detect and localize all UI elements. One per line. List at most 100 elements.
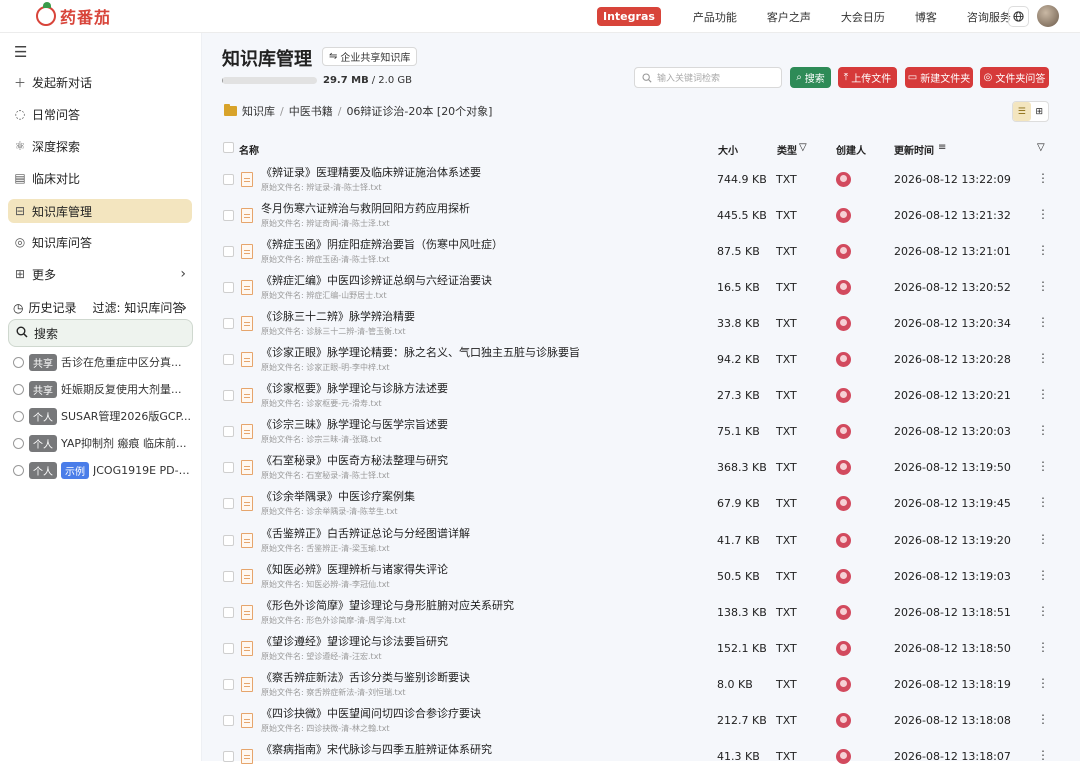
file-title[interactable]: 《诊家枢要》脉学理论与诊脉方法述要 — [261, 380, 448, 396]
file-title[interactable]: 《诊宗三昧》脉学理论与医学宗旨述要 — [261, 416, 448, 432]
file-title[interactable]: 冬月伤寒六证辨治与救阴回阳方药应用探析 — [261, 200, 470, 216]
column-updated[interactable]: 更新时间 — [894, 142, 934, 157]
file-title[interactable]: 《诊家正眼》脉学理论精要：脉之名义、气口独主五脏与诊脉要旨 — [261, 344, 580, 360]
table-row[interactable]: 《石室秘录》中医奇方秘法整理与研究 原始文件名: 石室秘录-清-陈士铎.txt 36… — [222, 450, 1057, 486]
history-filter[interactable]: 过滤: 知识库问答 — [93, 299, 185, 316]
nav-item-conference-calendar[interactable]: 大会日历 — [841, 9, 885, 25]
nav-item-blog[interactable]: 博客 — [915, 9, 937, 25]
more-options-icon[interactable]: ⋮ — [1037, 568, 1049, 582]
more-options-icon[interactable]: ⋮ — [1037, 604, 1049, 618]
file-title[interactable]: 《石室秘录》中医奇方秘法整理与研究 — [261, 452, 448, 468]
nav-item-customer-voice[interactable]: 客户之声 — [767, 9, 811, 25]
table-row[interactable]: 《诊脉三十二辨》脉学辨治精要 原始文件名: 诊脉三十二辨-清-管玉衡.txt 33.… — [222, 306, 1057, 342]
table-row[interactable]: 《察病指南》宋代脉诊与四季五脏辨证体系研究 41.3 KB TXT 2026-08-1… — [222, 739, 1057, 775]
chat-history-item[interactable]: 共享 舌诊在危重症中区分真... — [13, 352, 193, 372]
menu-icon[interactable]: ☰ — [14, 43, 27, 61]
table-row[interactable]: 《辨症玉函》阴症阳症辨治要旨（伤寒中风吐症） 原始文件名: 辨症玉函-清-陈士铎.… — [222, 234, 1057, 270]
row-checkbox[interactable] — [223, 210, 234, 222]
file-title[interactable]: 《辨证录》医理精要及临床辨证施治体系述要 — [261, 164, 481, 180]
row-checkbox[interactable] — [223, 570, 234, 582]
more-options-icon[interactable]: ⋮ — [1037, 532, 1049, 546]
table-row[interactable]: 《诊宗三昧》脉学理论与医学宗旨述要 原始文件名: 诊宗三昧-清-张璐.txt 75.… — [222, 414, 1057, 450]
row-checkbox[interactable] — [223, 714, 234, 726]
table-row[interactable]: 《望诊遵经》望诊理论与诊法要旨研究 原始文件名: 望诊遵经-清-汪宏.txt 152… — [222, 631, 1057, 667]
row-checkbox[interactable] — [223, 426, 234, 438]
table-row[interactable]: 《诊家枢要》脉学理论与诊脉方法述要 原始文件名: 诊家枢要-元-滑寿.txt 27.… — [222, 378, 1057, 414]
brand-logo[interactable]: 药番茄 — [36, 2, 111, 28]
table-row[interactable]: 《舌鉴辨正》白舌辨证总论与分经图谱详解 原始文件名: 舌鉴辨正-清-梁玉瑜.txt… — [222, 523, 1057, 559]
globe-icon[interactable] — [1008, 6, 1029, 27]
file-title[interactable]: 《四诊抉微》中医望闻问切四诊合参诊疗要诀 — [261, 705, 481, 721]
view-toggle[interactable]: ☰ ⊞ — [1012, 101, 1049, 122]
sidebar-item-clinical-compare[interactable]: ▤ 临床对比 — [8, 166, 192, 190]
column-type[interactable]: 类型 — [777, 142, 797, 157]
more-options-icon[interactable]: ⋮ — [1037, 207, 1049, 221]
chat-history-item[interactable]: 个人 SUSAR管理2026版GCP... — [13, 406, 193, 426]
row-checkbox[interactable] — [223, 318, 234, 330]
breadcrumb-item[interactable]: 知识库 — [242, 103, 275, 119]
sidebar-item-deep-explore[interactable]: ⚛ 深度探索 — [8, 134, 192, 158]
column-size[interactable]: 大小 — [718, 142, 738, 157]
sidebar-search[interactable]: 搜索 — [8, 319, 193, 347]
breadcrumb-item[interactable]: 中医书籍 — [289, 103, 333, 119]
chat-history-item[interactable]: 共享 妊娠期反复使用大剂量... — [13, 379, 193, 399]
file-search-input[interactable]: 输入关键词检索 — [634, 67, 782, 88]
table-row[interactable]: 《诊余举隅录》中医诊疗案例集 原始文件名: 诊余举隅录-清-陈莘生.txt 67.9… — [222, 486, 1057, 522]
file-title[interactable]: 《察病指南》宋代脉诊与四季五脏辨证体系研究 — [261, 741, 492, 757]
file-title[interactable]: 《辨症玉函》阴症阳症辨治要旨（伤寒中风吐症） — [261, 236, 503, 252]
more-options-icon[interactable]: ⋮ — [1037, 748, 1049, 762]
sidebar-item-knowledge-base[interactable]: ⊟ 知识库管理 — [8, 199, 192, 223]
row-checkbox[interactable] — [223, 498, 234, 510]
row-checkbox[interactable] — [223, 282, 234, 294]
nav-integras-badge[interactable]: Integras — [597, 7, 661, 26]
more-options-icon[interactable]: ⋮ — [1037, 640, 1049, 654]
search-button[interactable]: ⌕ 搜索 — [790, 67, 831, 88]
row-checkbox[interactable] — [223, 390, 234, 402]
file-title[interactable]: 《舌鉴辨正》白舌辨证总论与分经图谱详解 — [261, 525, 470, 541]
user-avatar[interactable] — [1037, 5, 1059, 27]
row-checkbox[interactable] — [223, 678, 234, 690]
row-checkbox[interactable] — [223, 462, 234, 474]
table-row[interactable]: 《形色外诊简摩》望诊理论与身形脏腑对应关系研究 原始文件名: 形色外诊简摩-清-周… — [222, 595, 1057, 631]
nav-item-consulting[interactable]: 咨询服务 — [967, 9, 1011, 25]
file-title[interactable]: 《形色外诊简摩》望诊理论与身形脏腑对应关系研究 — [261, 597, 514, 613]
table-row[interactable]: 《辨证录》医理精要及临床辨证施治体系述要 原始文件名: 辨证录-清-陈士铎.txt… — [222, 162, 1057, 198]
row-checkbox[interactable] — [223, 246, 234, 258]
column-creator[interactable]: 创建人 — [836, 142, 866, 157]
row-checkbox[interactable] — [223, 750, 234, 762]
select-all-checkbox[interactable] — [223, 142, 234, 153]
row-checkbox[interactable] — [223, 534, 234, 546]
more-options-icon[interactable]: ⋮ — [1037, 243, 1049, 257]
nav-item-products[interactable]: 产品功能 — [693, 9, 737, 25]
sort-icon[interactable]: ≡ — [938, 142, 946, 153]
sidebar-item-more[interactable]: ⊞ 更多 › — [8, 262, 192, 286]
file-title[interactable]: 《诊脉三十二辨》脉学辨治精要 — [261, 308, 415, 324]
sidebar-item-new-chat[interactable]: ＋ 发起新对话 — [8, 70, 192, 94]
more-options-icon[interactable]: ⋮ — [1037, 459, 1049, 473]
file-title[interactable]: 《察舌辨症新法》舌诊分类与鉴别诊断要诀 — [261, 669, 470, 685]
more-options-icon[interactable]: ⋮ — [1037, 495, 1049, 509]
folder-qa-button[interactable]: ◎ 文件夹问答 — [980, 67, 1049, 88]
list-view-icon[interactable]: ☰ — [1013, 102, 1031, 121]
grid-view-icon[interactable]: ⊞ — [1031, 102, 1049, 121]
file-title[interactable]: 《辨症汇编》中医四诊辨证总纲与六经证治要诀 — [261, 272, 492, 288]
file-title[interactable]: 《望诊遵经》望诊理论与诊法要旨研究 — [261, 633, 448, 649]
more-options-icon[interactable]: ⋮ — [1037, 423, 1049, 437]
chat-history-item[interactable]: 个人 YAP抑制剂 瘢痕 临床前... — [13, 433, 193, 453]
table-row[interactable]: 《诊家正眼》脉学理论精要：脉之名义、气口独主五脏与诊脉要旨 原始文件名: 诊家正眼… — [222, 342, 1057, 378]
table-row[interactable]: 《察舌辨症新法》舌诊分类与鉴别诊断要诀 原始文件名: 察舌辨症新法-清-刘恒瑞.t… — [222, 667, 1057, 703]
history-header[interactable]: ◷ 历史记录 过滤: 知识库问答 › — [13, 299, 193, 316]
more-options-icon[interactable]: ⋮ — [1037, 279, 1049, 293]
row-checkbox[interactable] — [223, 642, 234, 654]
sidebar-item-knowledge-qa[interactable]: ◎ 知识库问答 — [8, 230, 192, 254]
more-options-icon[interactable]: ⋮ — [1037, 676, 1049, 690]
new-folder-button[interactable]: ▭ 新建文件夹 — [905, 67, 973, 88]
table-row[interactable]: 《四诊抉微》中医望闻问切四诊合参诊疗要诀 原始文件名: 四诊抉微-清-林之翰.tx… — [222, 703, 1057, 739]
table-row[interactable]: 《知医必辨》医理辨析与诸家得失评论 原始文件名: 知医必辨-清-李冠仙.txt 50… — [222, 559, 1057, 595]
table-row[interactable]: 《辨症汇编》中医四诊辨证总纲与六经证治要诀 原始文件名: 辨症汇编-山野居士.tx… — [222, 270, 1057, 306]
filter-icon[interactable]: ▽ — [1037, 142, 1045, 153]
more-options-icon[interactable]: ⋮ — [1037, 351, 1049, 365]
upload-button[interactable]: ⤒ 上传文件 — [838, 67, 897, 88]
more-options-icon[interactable]: ⋮ — [1037, 171, 1049, 185]
chat-history-item[interactable]: 个人 示例 JCOG1919E PD-L... — [13, 460, 193, 480]
